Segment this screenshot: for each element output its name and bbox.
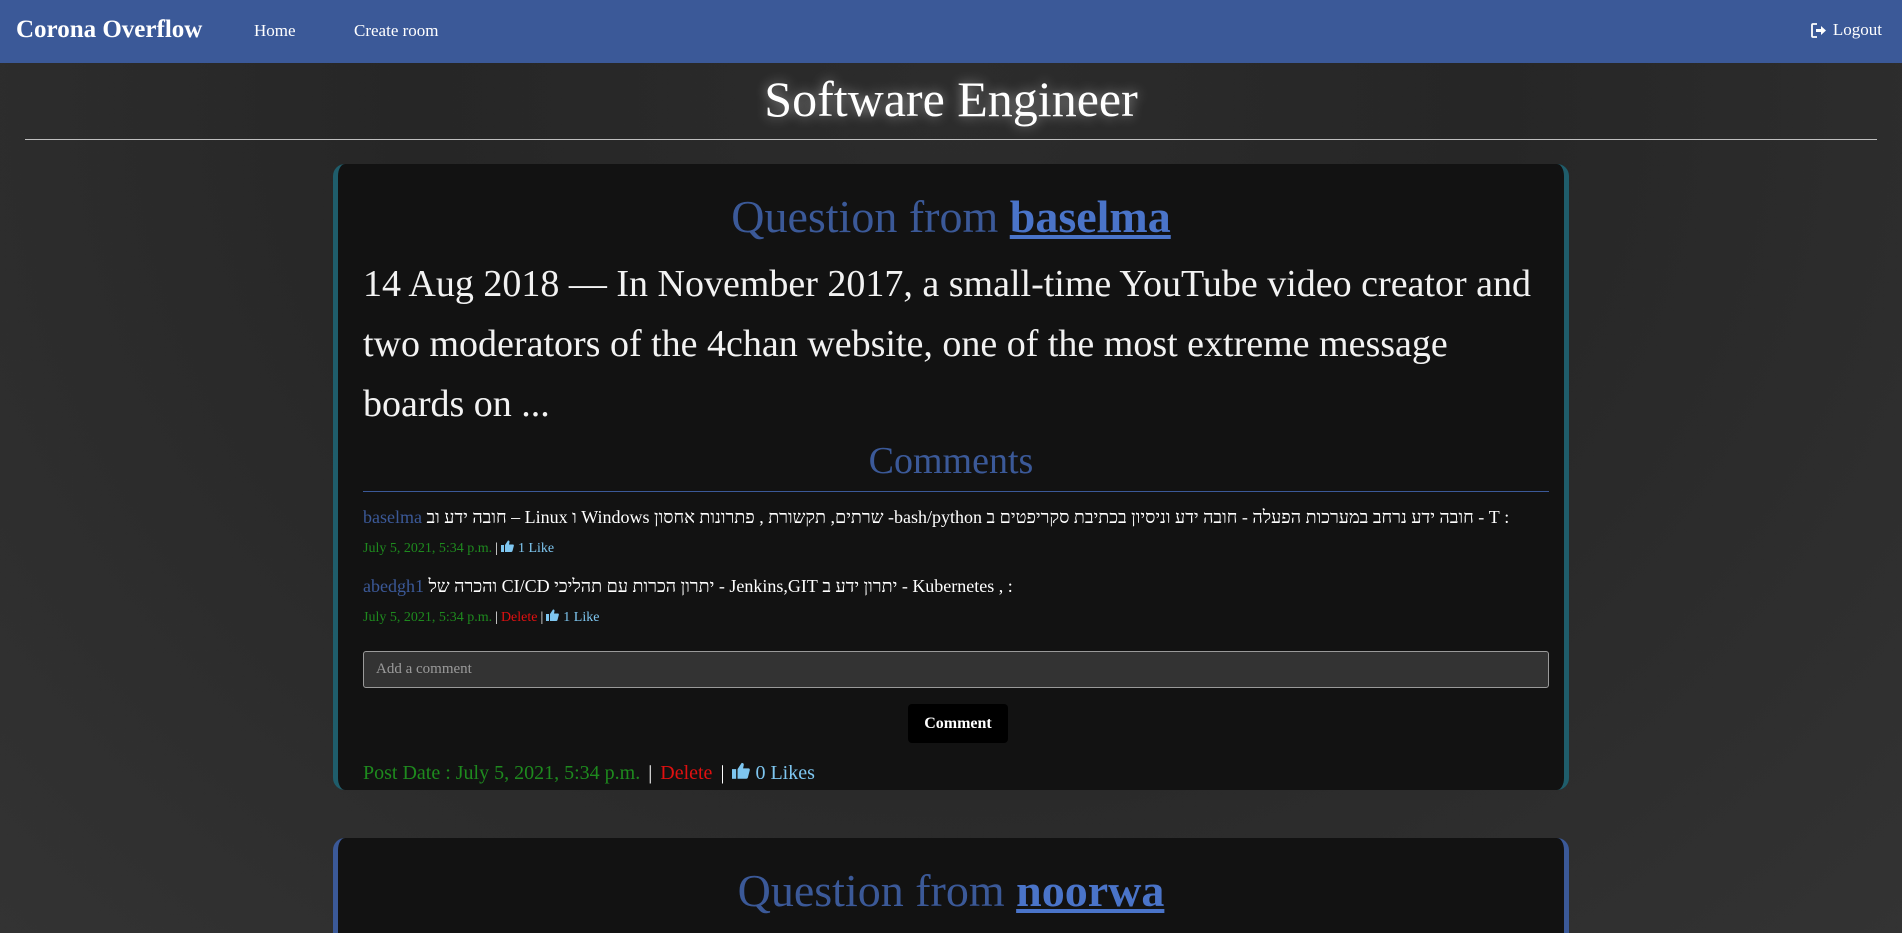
comment-item: abedgh1 : , Kubernetes - יתרון ידע ב Jen… xyxy=(363,576,1553,626)
meta-separator: | xyxy=(643,762,658,784)
comment-like-button[interactable]: 1 Like xyxy=(500,540,555,557)
thumbs-up-icon xyxy=(546,609,560,626)
navbar: Corona Overflow Home Create room Logout xyxy=(0,0,1902,63)
comment-text: : T - חובה ידע נרחב במערכות הפעלה - חובה… xyxy=(426,507,1510,527)
comment-text: : , Kubernetes - יתרון ידע ב Jenkins,GIT… xyxy=(428,576,1013,596)
thumbs-up-icon xyxy=(500,540,514,557)
comments-divider xyxy=(363,491,1549,492)
comment-author-link[interactable]: baselma xyxy=(363,507,422,527)
question-author-link[interactable]: noorwa xyxy=(1016,865,1164,916)
sign-out-icon xyxy=(1810,22,1827,38)
comment-line: baselma : T - חובה ידע נרחב במערכות הפעל… xyxy=(363,507,1553,528)
nav-create-room-link[interactable]: Create room xyxy=(354,21,439,41)
question-body: 14 Aug 2018 — In November 2017, a small-… xyxy=(363,263,1531,425)
comment-item: baselma : T - חובה ידע נרחב במערכות הפעל… xyxy=(363,507,1553,557)
comment-submit-button[interactable]: Comment xyxy=(908,704,1008,743)
title-divider xyxy=(25,139,1877,140)
comment-like-button[interactable]: 1 Like xyxy=(546,609,599,626)
comment-meta: July 5, 2021, 5:34 p.m. | 1 Like xyxy=(363,540,1553,557)
meta-separator: | xyxy=(495,541,498,556)
comment-like-count: 1 Like xyxy=(563,609,600,625)
question-header-prefix: Question from xyxy=(731,191,999,242)
meta-separator: | xyxy=(540,610,544,625)
question-card: Question from noorwa xyxy=(333,838,1569,933)
page-title: Software Engineer xyxy=(764,71,1138,127)
comments-heading: Comments xyxy=(868,440,1034,482)
comment-meta: July 5, 2021, 5:34 p.m. | Delete | 1 Like xyxy=(363,609,1553,626)
add-comment-input[interactable] xyxy=(363,651,1549,688)
nav-home-link[interactable]: Home xyxy=(254,21,296,41)
post-like-count: 0 Likes xyxy=(755,762,815,784)
meta-separator: | xyxy=(495,610,498,625)
brand-link[interactable]: Corona Overflow xyxy=(16,16,202,44)
meta-separator: | xyxy=(715,762,730,784)
thumbs-up-icon xyxy=(732,762,751,785)
comment-date: July 5, 2021, 5:34 p.m. xyxy=(363,541,493,556)
post-footer: Post Date : July 5, 2021, 5:34 p.m. | De… xyxy=(363,762,815,785)
question-header: Question from baselma xyxy=(338,190,1564,243)
comment-like-count: 1 Like xyxy=(517,540,555,556)
question-author-link[interactable]: baselma xyxy=(1010,191,1171,242)
comment-line: abedgh1 : , Kubernetes - יתרון ידע ב Jen… xyxy=(363,576,1553,597)
question-header-prefix: Question from xyxy=(737,865,1005,916)
post-delete-link[interactable]: Delete xyxy=(660,762,712,784)
logout-link[interactable]: Logout xyxy=(1810,20,1882,40)
question-header: Question from noorwa xyxy=(338,864,1564,917)
comment-delete-link[interactable]: Delete xyxy=(501,610,538,625)
question-card: Question from baselma 14 Aug 2018 — In N… xyxy=(333,164,1569,790)
post-date: Post Date : July 5, 2021, 5:34 p.m. xyxy=(363,762,641,784)
comment-author-link[interactable]: abedgh1 xyxy=(363,576,424,596)
comment-date: July 5, 2021, 5:34 p.m. xyxy=(363,610,493,625)
logout-label: Logout xyxy=(1832,20,1882,39)
post-like-button[interactable]: 0 Likes xyxy=(732,762,815,785)
